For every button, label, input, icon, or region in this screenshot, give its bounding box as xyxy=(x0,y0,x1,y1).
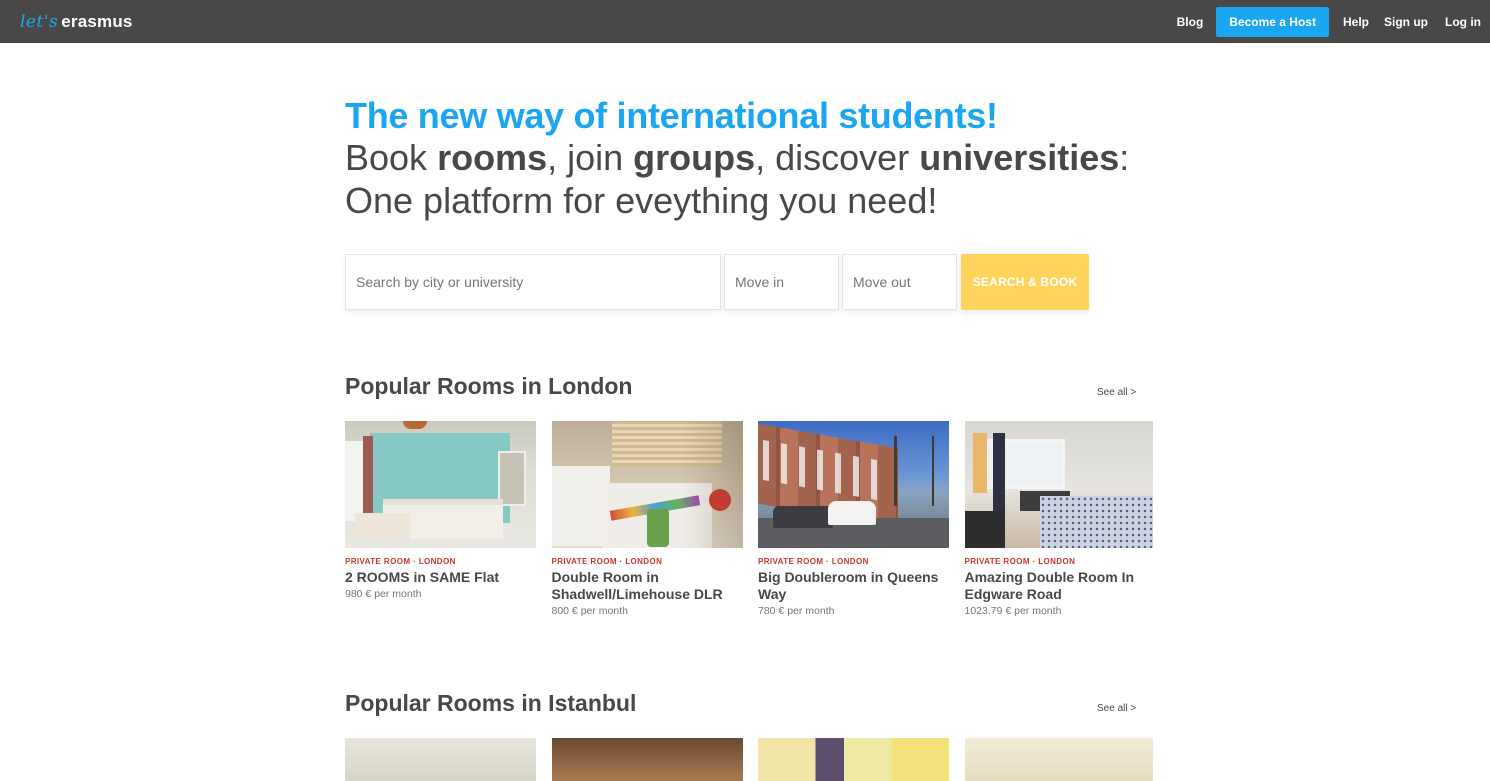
listing-card[interactable] xyxy=(964,738,1153,781)
listing-photo[interactable] xyxy=(551,738,743,781)
listing-tag: PRIVATE ROOM · LONDON xyxy=(964,557,1076,566)
hero-text: Book xyxy=(345,137,438,178)
see-all-istanbul-link[interactable]: See all > xyxy=(1097,703,1136,714)
search-bar: SEARCH & BOOK xyxy=(345,254,1089,310)
listing-photo[interactable] xyxy=(964,738,1153,781)
listing-photo[interactable] xyxy=(758,421,949,548)
listing-photo[interactable] xyxy=(551,421,743,548)
istanbul-listings xyxy=(345,738,1153,781)
become-host-button[interactable]: Become a Host xyxy=(1216,6,1329,37)
listing-price: 780 € per month xyxy=(758,605,835,617)
hero-keyword-groups: groups xyxy=(633,137,756,178)
listing-title[interactable]: Big Doubleroom in Queens Way xyxy=(758,569,949,603)
listing-photo[interactable] xyxy=(345,421,536,548)
section-title-london: Popular Rooms in London xyxy=(345,373,633,399)
listing-card[interactable] xyxy=(345,738,536,781)
search-and-book-button[interactable]: SEARCH & BOOK xyxy=(961,254,1089,310)
listing-title[interactable]: Double Room in Shadwell/Limehouse DLR xyxy=(552,569,743,603)
listing-card[interactable]: PRIVATE ROOM · LONDON Big Doubleroom in … xyxy=(758,421,949,617)
location-search-input[interactable] xyxy=(345,254,721,310)
listing-card[interactable]: PRIVATE ROOM · LONDON Amazing Double Roo… xyxy=(964,421,1153,617)
logo-script: let's xyxy=(20,12,59,32)
listing-card[interactable]: PRIVATE ROOM · LONDON Double Room in Sha… xyxy=(551,421,743,617)
hero-keyword-rooms: rooms xyxy=(437,137,548,178)
listing-title[interactable]: 2 ROOMS in SAME Flat xyxy=(345,569,536,586)
hero-text: , join xyxy=(547,137,634,178)
hero-tagline: One platform for eveything you need! xyxy=(345,180,938,221)
logo[interactable]: let's erasmus xyxy=(20,12,133,36)
listing-price: 800 € per month xyxy=(551,605,628,617)
move-in-date-input[interactable] xyxy=(724,254,839,310)
listing-price: 1023.79 € per month xyxy=(964,605,1062,617)
move-out-date-input[interactable] xyxy=(842,254,957,310)
see-all-london-link[interactable]: See all > xyxy=(1097,387,1136,398)
section-title-istanbul: Popular Rooms in Istanbul xyxy=(345,690,637,716)
listing-card[interactable] xyxy=(551,738,743,781)
listing-tag: PRIVATE ROOM · LONDON xyxy=(551,557,663,566)
listing-photo[interactable] xyxy=(345,738,536,781)
london-listings: PRIVATE ROOM · LONDON 2 ROOMS in SAME Fl… xyxy=(345,421,1153,617)
hero: The new way of international students! B… xyxy=(345,96,1165,222)
listing-tag: PRIVATE ROOM · LONDON xyxy=(345,557,456,566)
listing-photo[interactable] xyxy=(758,738,949,781)
main-nav: Blog Become a Host Help Sign up Log in xyxy=(1177,0,1490,43)
listing-photo[interactable] xyxy=(964,421,1153,548)
hero-text: : xyxy=(1119,137,1130,178)
nav-link-blog[interactable]: Blog xyxy=(1177,15,1204,29)
listing-title[interactable]: Amazing Double Room In Edgware Road xyxy=(965,569,1153,603)
nav-link-help[interactable]: Help xyxy=(1343,15,1369,29)
listing-card[interactable] xyxy=(758,738,949,781)
nav-link-login[interactable]: Log in xyxy=(1445,15,1481,29)
hero-headline: The new way of international students! xyxy=(345,95,998,136)
logo-word: erasmus xyxy=(61,12,133,31)
listing-price: 980 € per month xyxy=(345,588,422,600)
listing-tag: PRIVATE ROOM · LONDON xyxy=(758,557,869,566)
nav-link-signup[interactable]: Sign up xyxy=(1384,15,1428,29)
listing-card[interactable]: PRIVATE ROOM · LONDON 2 ROOMS in SAME Fl… xyxy=(345,421,536,617)
hero-keyword-universities: universities xyxy=(919,137,1120,178)
hero-subline: Book rooms, join groups, discover univer… xyxy=(345,136,1165,180)
top-navigation-bar: let's erasmus Blog Become a Host Help Si… xyxy=(0,0,1490,43)
hero-text: , discover xyxy=(755,137,920,178)
